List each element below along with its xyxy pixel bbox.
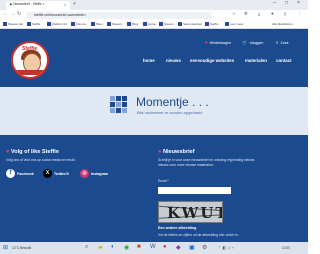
chrome-icon[interactable]: ◉ xyxy=(124,244,129,251)
search-link[interactable]: ⌕ Zoek xyxy=(276,40,289,45)
tab-close-icon[interactable]: × xyxy=(64,2,66,7)
browser-tab-strip: ▶ Nieuwsbrief - Steffie × × + – □ × xyxy=(0,0,308,10)
nav-materialen[interactable]: materialen xyxy=(245,58,267,63)
instagram-icon[interactable]: ◎ xyxy=(80,169,89,178)
bookmark-item[interactable]: Nieuws xyxy=(107,22,122,26)
address-bar[interactable]: steffie.nl/nieuwsbrief-aanmelden xyxy=(26,11,212,19)
bookmark-item[interactable]: Steffie xyxy=(27,22,40,26)
bookmark-item[interactable]: Nieuwe tab xyxy=(3,22,23,26)
hero-title: Momentje . . . xyxy=(136,95,209,109)
app-icon[interactable]: ● xyxy=(163,244,167,250)
profile-icon[interactable]: ● xyxy=(271,11,274,16)
loading-grid-icon xyxy=(110,96,132,114)
follow-heading: ♥ Volg of like Steffie xyxy=(6,149,59,155)
all-bookmarks[interactable]: Alle bladwijzers xyxy=(272,22,293,26)
search-icon: ⌕ xyxy=(276,40,279,45)
maximize-icon[interactable]: □ xyxy=(285,0,288,6)
clock[interactable]: 12:00 xyxy=(282,246,290,250)
store-icon[interactable]: ▣ xyxy=(189,244,195,251)
captcha-text: KWUT xyxy=(167,204,223,222)
star-icon[interactable]: ☆ xyxy=(232,11,236,17)
heart-icon: ♥ xyxy=(205,40,208,45)
x-icon[interactable]: X xyxy=(43,169,52,178)
bookmark-item[interactable]: Leer meer xyxy=(225,22,244,26)
download-icon[interactable]: ⤓ xyxy=(258,11,260,16)
bookmark-item[interactable]: Home xyxy=(143,22,156,26)
facebook-icon[interactable]: f xyxy=(6,169,15,178)
login-link[interactable]: 🛒 Inloggen xyxy=(242,40,263,46)
newsletter-heading: ● Nieuwsbrief xyxy=(158,149,195,155)
nav-nieuws[interactable]: nieuws xyxy=(166,58,181,63)
sidebar-icon[interactable]: ▯ xyxy=(284,11,287,17)
tab-title: ▶ Nieuwsbrief - Steffie × xyxy=(10,2,45,6)
cart-icon: 🛒 xyxy=(242,40,248,45)
start-icon[interactable]: ⊞ xyxy=(3,244,8,251)
captcha-instruction: Vul de letters en cijfers uit de afbeeld… xyxy=(158,233,239,237)
forward-icon[interactable]: → xyxy=(10,11,15,17)
logo-banner xyxy=(16,70,46,75)
instagram-link[interactable]: Instagram xyxy=(91,172,108,176)
bookmark-item[interactable]: Blog xyxy=(127,22,138,26)
search-taskbar-icon[interactable]: ⌕ xyxy=(85,244,88,251)
newsletter-text-1: Schrijf je in voor onze nieuwsbrief en o… xyxy=(158,158,255,162)
bookmark-item[interactable]: Welkom bij xyxy=(47,22,67,26)
teams-icon[interactable]: ◆ xyxy=(176,244,181,251)
captcha-refresh-link[interactable]: Een andere afbeelding xyxy=(158,226,196,230)
follow-text: Volg ons of vind ons op social media en … xyxy=(6,158,76,162)
extensions-icon[interactable]: ✲ xyxy=(244,11,248,17)
reload-icon[interactable]: ↻ xyxy=(17,11,21,17)
bookmark-item[interactable]: Steffie xyxy=(205,22,218,26)
address-bar-url: steffie.nl/nieuwsbrief-aanmelden xyxy=(34,12,86,17)
facebook-link[interactable]: Facebook xyxy=(17,172,34,176)
nav-eenvoudige-websites[interactable]: eenvoudige websites xyxy=(190,58,234,63)
bookmark-item[interactable]: Kies de xyxy=(71,22,86,26)
hero-subtitle: Bits onderweer er worden opgehaald xyxy=(137,110,203,115)
bookmark-item[interactable]: Samenwerken xyxy=(178,22,202,26)
twitter-link[interactable]: Twitter/X xyxy=(54,172,69,176)
minimize-icon[interactable]: – xyxy=(273,0,276,6)
browser-tab[interactable]: ▶ Nieuwsbrief - Steffie × × xyxy=(6,1,70,10)
nav-home[interactable]: home xyxy=(143,58,155,63)
back-icon[interactable]: ← xyxy=(3,11,8,17)
file-explorer-icon[interactable]: ▰ xyxy=(98,244,103,251)
menu-icon[interactable]: ⋮ xyxy=(297,11,302,17)
bookmark-item[interactable]: Nieuws xyxy=(159,22,174,26)
newsletter-text-2: nieuws over onze nieuwe materialen. xyxy=(158,163,214,167)
browser-toolbar: ← → ↻ steffie.nl/nieuwsbrief-aanmelden ☆… xyxy=(0,10,308,20)
edge-icon[interactable]: ◐ xyxy=(111,244,115,250)
nav-contact[interactable]: contact xyxy=(276,58,292,63)
close-window-icon[interactable]: × xyxy=(297,0,300,6)
word-icon[interactable]: W xyxy=(150,244,156,250)
system-tray-icons[interactable]: ⌃ ◧ ♫ ⌁ xyxy=(218,245,234,250)
settings-icon[interactable]: ⚙ xyxy=(202,244,207,251)
cart-link[interactable]: ♥ Winkelwagen xyxy=(205,40,231,45)
logo-text: Steffie xyxy=(22,46,38,52)
email-label: Email * xyxy=(158,179,169,183)
bookmarks-bar: Nieuwe tab Steffie Welkom bij Kies de Me… xyxy=(0,20,308,29)
email-field[interactable] xyxy=(158,187,231,194)
office-icon[interactable]: ■ xyxy=(137,244,141,250)
captcha-image: KWUT xyxy=(158,201,223,223)
new-tab-icon[interactable]: + xyxy=(73,1,76,7)
windows-taskbar: ⊞ 12°C Bewolkt ⌕ ▰ ◐ ◉ ■ W ● ◆ ▣ ⚙ ⌃ ◧ ♫… xyxy=(0,242,308,254)
bookmark-item[interactable]: Meer xyxy=(91,22,103,26)
site-logo[interactable]: Steffie xyxy=(11,41,49,79)
weather-status[interactable]: 12°C Bewolkt xyxy=(12,246,31,250)
